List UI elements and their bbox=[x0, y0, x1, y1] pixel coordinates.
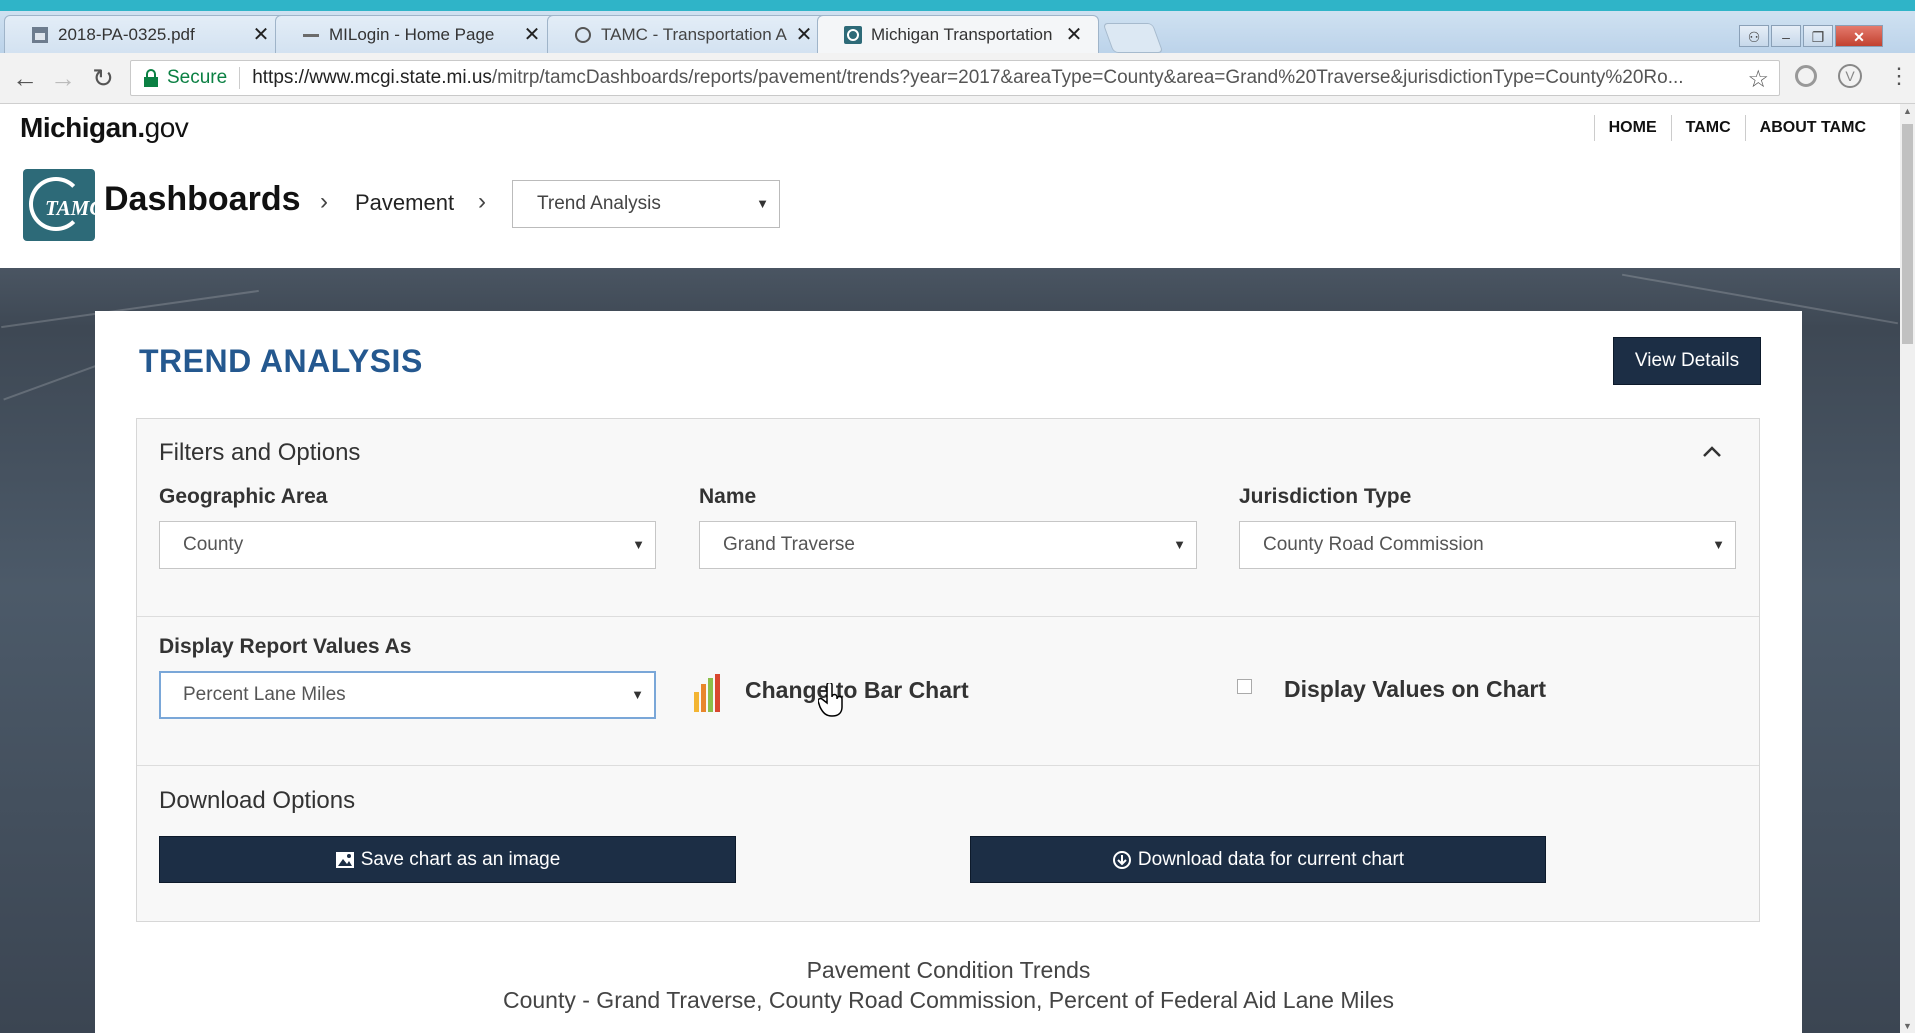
chart-subtitle: County - Grand Traverse, County Road Com… bbox=[502, 987, 1394, 1013]
jurisdiction-type-label: Jurisdiction Type bbox=[1239, 485, 1412, 508]
chevron-down-icon: ▼ bbox=[756, 196, 769, 211]
secure-label: Secure bbox=[167, 67, 228, 88]
view-details-button[interactable]: View Details bbox=[1613, 337, 1761, 385]
menu-icon[interactable]: ⋮ bbox=[1888, 63, 1910, 89]
user-icon[interactable]: ⚇ bbox=[1739, 25, 1769, 47]
scroll-thumb[interactable] bbox=[1902, 124, 1913, 344]
page: Michigan.gov HOME TAMC ABOUT TAMC TAMC D… bbox=[0, 104, 1900, 1033]
forward-icon[interactable]: → bbox=[48, 63, 78, 93]
download-data-button[interactable]: Download data for current chart bbox=[970, 836, 1546, 883]
geographic-area-label: Geographic Area bbox=[159, 485, 328, 508]
minimize-icon[interactable]: – bbox=[1771, 25, 1801, 47]
name-value: Grand Traverse bbox=[723, 534, 855, 555]
close-icon[interactable]: ✕ bbox=[794, 22, 814, 47]
address-bar: ← → ↻ Secure https://www.mcgi.state.mi.u… bbox=[0, 53, 1915, 104]
name-label: Name bbox=[699, 485, 757, 508]
change-to-bar-chart-link[interactable]: Change to Bar Chart bbox=[745, 677, 969, 704]
chevron-up-icon[interactable] bbox=[1701, 441, 1723, 463]
tab-milogin[interactable]: MILogin - Home Page ✕ bbox=[275, 15, 557, 53]
filters-title: Filters and Options bbox=[159, 439, 361, 466]
chevron-down-icon: ▼ bbox=[1712, 537, 1725, 552]
display-values-as-select[interactable]: Percent Lane Miles ▼ bbox=[159, 671, 656, 719]
chevron-down-icon: ▼ bbox=[631, 687, 644, 702]
image-icon bbox=[335, 851, 354, 868]
logo-text: TAMC bbox=[45, 196, 104, 220]
chevron-right-icon: › bbox=[478, 188, 486, 215]
tab-title: Michigan Transportation bbox=[871, 24, 1053, 44]
url-path: /mitrp/tamcDashboards/reports/pavement/t… bbox=[491, 67, 1684, 88]
jurisdiction-type-select[interactable]: County Road Commission ▼ bbox=[1239, 521, 1736, 569]
trend-analysis-card: TREND ANALYSIS View Details Filters and … bbox=[95, 311, 1802, 1033]
nav-tamc[interactable]: TAMC bbox=[1670, 115, 1745, 141]
chart-title: Pavement Condition Trends bbox=[806, 957, 1091, 983]
michigan-gov-logo[interactable]: Michigan.gov bbox=[20, 112, 189, 144]
logo-bold: Michigan. bbox=[20, 112, 145, 143]
close-icon[interactable]: ✕ bbox=[1064, 22, 1084, 47]
window-close-icon[interactable]: ✕ bbox=[1835, 25, 1883, 47]
scroll-up-icon[interactable]: ▲ bbox=[1900, 106, 1915, 116]
bar-chart-icon[interactable] bbox=[694, 674, 724, 712]
window-controls: ⚇ – ❐ ✕ bbox=[1737, 25, 1883, 47]
display-values-label[interactable]: Display Values on Chart bbox=[1284, 676, 1546, 703]
chevron-down-icon: ▼ bbox=[632, 537, 645, 552]
page-scrollbar[interactable]: ▲ ▼ bbox=[1900, 104, 1915, 1033]
window-top-accent bbox=[0, 0, 1915, 11]
nav-home[interactable]: HOME bbox=[1593, 115, 1671, 141]
display-values-as-value: Percent Lane Miles bbox=[183, 684, 346, 705]
hand-cursor-icon bbox=[818, 683, 843, 717]
close-icon[interactable]: ✕ bbox=[522, 22, 542, 47]
scroll-down-icon[interactable]: ▼ bbox=[1900, 1021, 1915, 1031]
report-type-select[interactable]: Trend Analysis ▼ bbox=[512, 180, 780, 228]
name-select[interactable]: Grand Traverse ▼ bbox=[699, 521, 1197, 569]
logo-light: gov bbox=[144, 112, 189, 143]
nav-about-tamc[interactable]: ABOUT TAMC bbox=[1744, 115, 1880, 141]
extension-icon[interactable] bbox=[1795, 65, 1817, 87]
geographic-area-select[interactable]: County ▼ bbox=[159, 521, 656, 569]
tab-strip: 2018-PA-0325.pdf ✕ MILogin - Home Page ✕… bbox=[0, 11, 1915, 53]
milogin-icon bbox=[302, 26, 320, 44]
chevron-right-icon: › bbox=[320, 188, 328, 215]
reload-icon[interactable]: ↻ bbox=[88, 63, 118, 93]
lock-icon bbox=[144, 69, 158, 87]
tab-title: MILogin - Home Page bbox=[329, 24, 495, 44]
top-nav: HOME TAMC ABOUT TAMC bbox=[1593, 115, 1880, 141]
chevron-down-icon: ▼ bbox=[1173, 537, 1186, 552]
url-host: https://www.mcgi.state.mi.us bbox=[252, 67, 492, 88]
download-options-title: Download Options bbox=[159, 787, 356, 814]
page-title: TREND ANALYSIS bbox=[139, 343, 423, 379]
restore-icon[interactable]: ❐ bbox=[1803, 25, 1833, 47]
tab-title: TAMC - Transportation A bbox=[601, 24, 787, 44]
close-icon[interactable]: ✕ bbox=[251, 22, 271, 47]
michigan-icon bbox=[844, 25, 862, 44]
divider bbox=[137, 765, 1759, 766]
tamc-logo[interactable]: TAMC bbox=[23, 169, 103, 241]
display-values-as-label: Display Report Values As bbox=[159, 635, 412, 658]
jurisdiction-type-value: County Road Commission bbox=[1263, 534, 1484, 555]
divider bbox=[137, 616, 1759, 617]
save-chart-image-button[interactable]: Save chart as an image bbox=[159, 836, 736, 883]
tab-michigan-transportation[interactable]: Michigan Transportation ✕ bbox=[817, 15, 1099, 53]
breadcrumb-pavement[interactable]: Pavement bbox=[355, 190, 454, 216]
vpn-extension-icon[interactable]: V bbox=[1838, 64, 1862, 88]
star-icon[interactable]: ☆ bbox=[1747, 65, 1769, 94]
url-separator bbox=[239, 67, 241, 89]
download-data-label: Download data for current chart bbox=[1137, 848, 1405, 870]
geographic-area-value: County bbox=[183, 534, 244, 555]
download-circle-icon bbox=[1112, 850, 1131, 869]
dashboards-title[interactable]: Dashboards bbox=[104, 180, 301, 219]
tab-tamc[interactable]: TAMC - Transportation A ✕ bbox=[547, 15, 829, 53]
report-type-value: Trend Analysis bbox=[537, 193, 661, 214]
new-tab-button[interactable] bbox=[1102, 23, 1164, 53]
tamc-icon bbox=[574, 26, 592, 44]
back-icon[interactable]: ← bbox=[10, 63, 40, 93]
url-field[interactable]: Secure https://www.mcgi.state.mi.us/mitr… bbox=[130, 60, 1780, 96]
filters-panel: Filters and Options Geographic Area Coun… bbox=[136, 418, 1760, 922]
tab-pdf[interactable]: 2018-PA-0325.pdf ✕ bbox=[4, 15, 286, 53]
tab-title: 2018-PA-0325.pdf bbox=[58, 24, 195, 44]
display-values-checkbox[interactable] bbox=[1237, 679, 1252, 694]
save-image-label: Save chart as an image bbox=[360, 848, 561, 870]
pdf-icon bbox=[31, 26, 49, 44]
